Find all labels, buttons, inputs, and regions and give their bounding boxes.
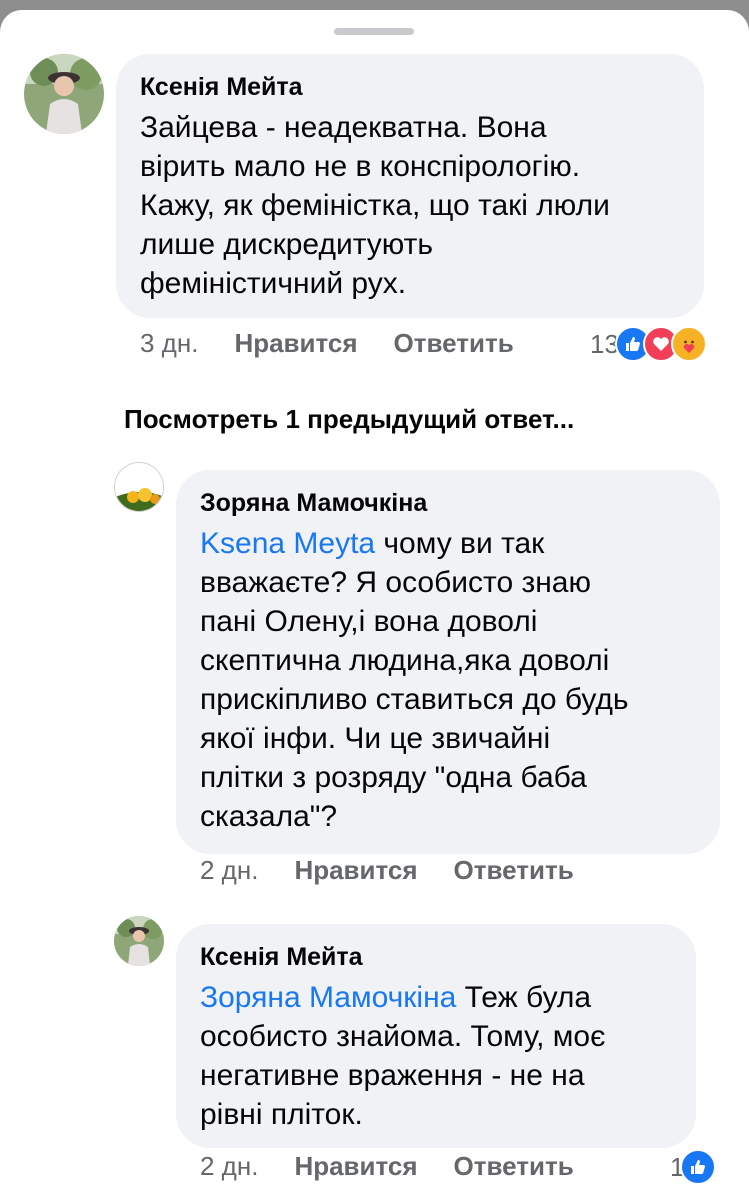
- reply-actions: 2 дн. Нравится Ответить: [200, 855, 610, 886]
- reply-text-line-rest: Теж була: [456, 981, 592, 1014]
- mention-link[interactable]: Ksena Meyta: [200, 527, 375, 560]
- comment-author[interactable]: Ксенія Мейта: [140, 72, 680, 102]
- reply-text-line: скептична людина,яка доволі: [200, 644, 610, 677]
- comment-text-line: вірить мало не в конспірологію.: [140, 150, 581, 183]
- reply-timestamp[interactable]: 2 дн.: [200, 1151, 258, 1182]
- comments-sheet: Ксенія Мейта Зайцева - неадекватна. Вона…: [0, 10, 749, 1189]
- reply-text-line-rest: чому ви так: [375, 527, 545, 560]
- comment-timestamp[interactable]: 3 дн.: [140, 328, 198, 359]
- comment-bubble: Ксенія Мейта Зайцева - неадекватна. Вона…: [116, 54, 704, 318]
- comment-actions: 3 дн. Нравится Ответить: [140, 328, 550, 359]
- view-previous-replies-link[interactable]: Посмотреть 1 предыдущий ответ...: [124, 404, 574, 435]
- avatar-kseniia-meyta[interactable]: [114, 916, 164, 966]
- reply-text-line: сказала"?: [200, 800, 338, 833]
- reply-timestamp[interactable]: 2 дн.: [200, 855, 258, 886]
- reply-text: Зоряна Мамочкіна Теж була особисто знайо…: [200, 978, 672, 1134]
- avatar-kseniia-meyta[interactable]: [24, 54, 104, 134]
- sheet-grabber-handle[interactable]: [334, 28, 414, 35]
- comment-text-line: Кажу, як феміністка, що такі люли: [140, 189, 610, 222]
- like-button[interactable]: Нравится: [294, 1151, 417, 1182]
- reply-text-line: Ksena Meyta чому ви так: [200, 524, 696, 563]
- reply-actions: 2 дн. Нравится Ответить: [200, 1151, 610, 1182]
- reply-text-line: рівні пліток.: [200, 1098, 363, 1131]
- reply-text: Ksena Meyta чому ви так вважаєте? Я особ…: [200, 524, 696, 836]
- reply-text-line: прискіпливо ставиться до будь: [200, 683, 629, 716]
- care-icon: [670, 326, 707, 362]
- reaction-summary[interactable]: 1: [670, 1149, 717, 1185]
- reply-bubble: Ксенія Мейта Зоряна Мамочкіна Теж була о…: [176, 924, 696, 1148]
- like-button[interactable]: Нравится: [294, 855, 417, 886]
- reply-button[interactable]: Ответить: [454, 855, 574, 886]
- reply-button[interactable]: Ответить: [394, 328, 514, 359]
- reply-text-line: пані Олену,і вона доволі: [200, 605, 538, 638]
- reply-author[interactable]: Зоряна Мамочкіна: [200, 488, 696, 518]
- reply-button[interactable]: Ответить: [454, 1151, 574, 1182]
- reply-bubble: Зоряна Мамочкіна Ksena Meyta чому ви так…: [176, 470, 720, 854]
- mention-link[interactable]: Зоряна Мамочкіна: [200, 981, 456, 1014]
- reply-text-line: вважаєте? Я особисто знаю: [200, 566, 591, 599]
- reply-text-line: особисто знайома. Тому, моє: [200, 1020, 606, 1053]
- like-icon: [680, 1149, 717, 1185]
- reply-text-line: плітки з розряду "одна баба: [200, 761, 587, 794]
- reply-text-line: якої інфи. Чи це звичайні: [200, 722, 551, 755]
- reply-text-line: Зоряна Мамочкіна Теж була: [200, 978, 672, 1017]
- avatar-zoriana-mamochkina[interactable]: [114, 462, 164, 512]
- comment-text-line: лише дискредитують: [140, 228, 433, 261]
- comment-text-line: феміністичний рух.: [140, 267, 407, 300]
- comment-text-line: Зайцева - неадекватна. Вона: [140, 111, 547, 144]
- reaction-summary[interactable]: 13: [590, 326, 707, 362]
- like-button[interactable]: Нравится: [234, 328, 357, 359]
- reply-author[interactable]: Ксенія Мейта: [200, 942, 672, 972]
- comment-text: Зайцева - неадекватна. Вона вірить мало …: [140, 108, 680, 303]
- reply-text-line: негативне враження - не на: [200, 1059, 585, 1092]
